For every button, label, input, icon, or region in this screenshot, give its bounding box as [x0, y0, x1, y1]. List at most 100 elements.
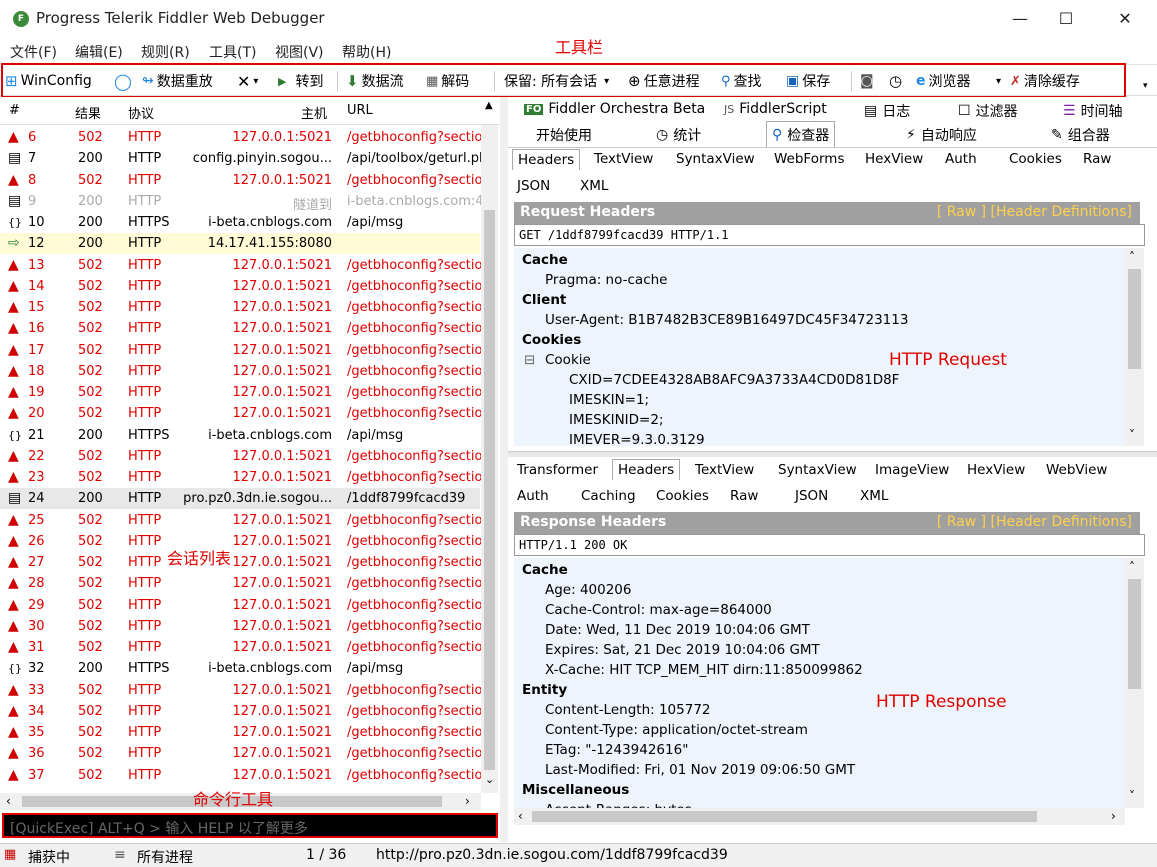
req-tab-webforms[interactable]: WebForms: [774, 151, 844, 167]
scroll-down-arrow-icon[interactable]: ˅: [1129, 428, 1135, 442]
tab-autoresponder[interactable]: ⚡ 自动响应: [906, 125, 977, 145]
resp-tab-hexview[interactable]: HexView: [967, 462, 1025, 478]
menu-edit[interactable]: 编辑(E): [75, 42, 123, 62]
resp-tab-transformer[interactable]: Transformer: [517, 462, 598, 478]
table-row[interactable]: ▲ 30 502 HTTP 127.0.0.1:5021/getbhoconfig?se…: [0, 616, 481, 637]
quickexec-input[interactable]: [QuickExec] ALT+Q > 输入 HELP 以了解更多: [2, 813, 498, 838]
table-row[interactable]: {} 32 200 HTTPS i-beta.cnblogs.com/api/msg: [0, 658, 480, 679]
req-tab-xml[interactable]: XML: [580, 178, 608, 194]
pane-splitter[interactable]: [500, 97, 508, 842]
table-row[interactable]: ▲ 20 502 HTTP 127.0.0.1:5021/getbhoconfig?se…: [0, 403, 481, 424]
response-header-links[interactable]: [ Raw ] [Header Definitions]: [937, 514, 1132, 530]
capture-status[interactable]: 捕获中: [28, 847, 70, 867]
resp-tab-webview[interactable]: WebView: [1046, 462, 1107, 478]
session-list-scroll-thumb[interactable]: [484, 210, 495, 770]
menu-tools[interactable]: 工具(T): [209, 42, 256, 62]
table-row[interactable]: ▤ 24 200 HTTP pro.pz0.3dn.ie.sogou... /1ddf87…: [0, 488, 480, 510]
resp-tab-json[interactable]: JSON: [795, 488, 828, 504]
table-row[interactable]: ▲ 26 502 HTTP 127.0.0.1:5021/getbhoconfig?se…: [0, 531, 481, 552]
req-tab-textview[interactable]: TextView: [594, 151, 653, 167]
scroll-up-arrow-icon[interactable]: ˄: [1129, 250, 1135, 264]
col-url[interactable]: URL: [347, 103, 373, 118]
table-row[interactable]: ▲ 8 502 HTTP 127.0.0.1:5021/getbhoconfig?sec…: [0, 170, 481, 191]
table-row[interactable]: {} 21 200 HTTPS i-beta.cnblogs.com/api/msg: [0, 425, 480, 446]
table-row[interactable]: ▲ 34 502 HTTP 127.0.0.1:5021/getbhoconfig?se…: [0, 701, 481, 722]
table-row[interactable]: ⇨ 12 200 HTTP 14.17.41.155:8080: [0, 233, 480, 255]
response-hscroll-thumb[interactable]: [532, 811, 1037, 822]
menu-rules[interactable]: 规则(R): [141, 42, 190, 62]
menu-help[interactable]: 帮助(H): [342, 42, 391, 62]
scroll-up-arrow-icon[interactable]: ˄: [1129, 560, 1135, 574]
tab-composer[interactable]: ✎ 组合器: [1051, 125, 1110, 145]
table-row[interactable]: ▲ 35 502 HTTP 127.0.0.1:5021/getbhoconfig?se…: [0, 722, 481, 743]
resp-tab-syntaxview[interactable]: SyntaxView: [778, 462, 857, 478]
req-tab-raw[interactable]: Raw: [1083, 151, 1111, 167]
menu-file[interactable]: 文件(F): [10, 42, 57, 62]
table-row[interactable]: ▲ 13 502 HTTP 127.0.0.1:5021/getbhoconfig?se…: [0, 255, 481, 276]
tab-fiddler-orchestra[interactable]: FO Fiddler Orchestra Beta: [524, 101, 705, 117]
req-tab-auth[interactable]: Auth: [945, 151, 977, 167]
scroll-down-arrow-icon[interactable]: ˅: [1129, 789, 1135, 803]
resp-tab-cookies[interactable]: Cookies: [656, 488, 709, 504]
process-filter[interactable]: 所有进程: [137, 847, 193, 867]
resp-tab-textview[interactable]: TextView: [695, 462, 754, 478]
req-tab-hexview[interactable]: HexView: [865, 151, 923, 167]
table-row[interactable]: ▲ 6 502 HTTP 127.0.0.1:5021/getbhoconfig?sec…: [0, 127, 481, 148]
table-row[interactable]: ▲ 19 502 HTTP 127.0.0.1:5021/getbhoconfig?se…: [0, 382, 481, 403]
scroll-up-arrow-icon[interactable]: ▲: [485, 100, 493, 111]
table-row[interactable]: ▲ 16 502 HTTP 127.0.0.1:5021/getbhoconfig?se…: [0, 318, 481, 339]
response-tree-scroll-thumb[interactable]: [1128, 579, 1141, 689]
col-result[interactable]: 结果: [75, 103, 101, 122]
table-row[interactable]: ▲ 22 502 HTTP 127.0.0.1:5021/getbhoconfig?se…: [0, 446, 481, 467]
maximize-button[interactable]: ☐: [1043, 4, 1089, 34]
resp-tab-caching[interactable]: Caching: [581, 488, 636, 504]
col-protocol[interactable]: 协议: [128, 103, 154, 122]
table-row[interactable]: ▲ 14 502 HTTP 127.0.0.1:5021/getbhoconfig?se…: [0, 276, 481, 297]
table-row[interactable]: ▲ 33 502 HTTP 127.0.0.1:5021/getbhoconfig?se…: [0, 680, 481, 701]
minimize-button[interactable]: —: [997, 4, 1043, 34]
tab-log[interactable]: ▤ 日志: [864, 101, 910, 121]
table-row[interactable]: ▲ 18 502 HTTP 127.0.0.1:5021/getbhoconfig?se…: [0, 361, 481, 382]
collapse-toggle-icon[interactable]: ⊟: [524, 352, 535, 368]
table-row[interactable]: ▲ 23 502 HTTP 127.0.0.1:5021/getbhoconfig?se…: [0, 467, 481, 488]
resp-tab-headers[interactable]: Headers: [612, 459, 681, 480]
table-row[interactable]: {} 10 200 HTTPS i-beta.cnblogs.com/api/msg: [0, 212, 480, 233]
scroll-right-arrow-icon[interactable]: ›: [1111, 809, 1116, 823]
table-row[interactable]: ▲ 15 502 HTTP 127.0.0.1:5021/getbhoconfig?se…: [0, 297, 481, 318]
collapse-toggle[interactable]: ⊟: [524, 352, 541, 368]
request-response-splitter[interactable]: [508, 451, 1157, 457]
req-tab-cookies[interactable]: Cookies: [1009, 151, 1062, 167]
table-row[interactable]: ▲ 36 502 HTTP 127.0.0.1:5021/getbhoconfig?se…: [0, 743, 481, 764]
resp-tab-xml[interactable]: XML: [860, 488, 888, 504]
req-tab-headers[interactable]: Headers: [512, 149, 581, 170]
tab-inspectors[interactable]: ⚲ 检查器: [766, 121, 836, 147]
scroll-left-arrow-icon[interactable]: ‹: [518, 809, 523, 823]
col-number[interactable]: #: [9, 103, 20, 118]
tab-timeline[interactable]: ☰ 时间轴: [1063, 101, 1123, 121]
table-row[interactable]: ▲ 29 502 HTTP 127.0.0.1:5021/getbhoconfig?se…: [0, 595, 481, 616]
table-row[interactable]: ▲ 37 502 HTTP 127.0.0.1:5021/getbhoconfig?se…: [0, 765, 481, 786]
resp-tab-auth[interactable]: Auth: [517, 488, 549, 504]
req-tab-json[interactable]: JSON: [517, 178, 550, 194]
col-host[interactable]: 主机: [301, 103, 327, 122]
request-tree-scroll-thumb[interactable]: [1128, 269, 1141, 369]
tab-filters[interactable]: ☐ 过滤器: [958, 101, 1018, 121]
scroll-left-arrow-icon[interactable]: ‹: [6, 794, 11, 808]
resp-tab-imageview[interactable]: ImageView: [875, 462, 949, 478]
menu-view[interactable]: 视图(V): [275, 42, 324, 62]
scroll-right-arrow-icon[interactable]: ›: [465, 794, 470, 808]
table-row[interactable]: ▲ 28 502 HTTP 127.0.0.1:5021/getbhoconfig?se…: [0, 573, 481, 594]
table-row[interactable]: ▲ 25 502 HTTP 127.0.0.1:5021/getbhoconfig?se…: [0, 510, 481, 531]
resp-tab-raw[interactable]: Raw: [730, 488, 758, 504]
close-button[interactable]: ✕: [1102, 4, 1148, 34]
tab-fiddlerscript[interactable]: JS FiddlerScript: [724, 101, 827, 117]
capture-icon[interactable]: ▦: [4, 847, 16, 862]
table-row[interactable]: ▲ 27 502 HTTP 127.0.0.1:5021/getbhoconfig?se…: [0, 552, 481, 573]
table-row[interactable]: ▲ 31 502 HTTP 127.0.0.1:5021/getbhoconfig?se…: [0, 637, 481, 658]
scroll-down-arrow-icon[interactable]: ⌄: [485, 773, 494, 786]
tab-get-started[interactable]: 开始使用: [536, 125, 592, 145]
table-row[interactable]: ▲ 17 502 HTTP 127.0.0.1:5021/getbhoconfig?se…: [0, 340, 481, 361]
request-header-links[interactable]: [ Raw ] [Header Definitions]: [937, 204, 1132, 220]
req-tab-syntaxview[interactable]: SyntaxView: [676, 151, 755, 167]
table-row[interactable]: ▤ 7 200 HTTP config.pinyin.sogou... /api/tool…: [0, 148, 481, 169]
